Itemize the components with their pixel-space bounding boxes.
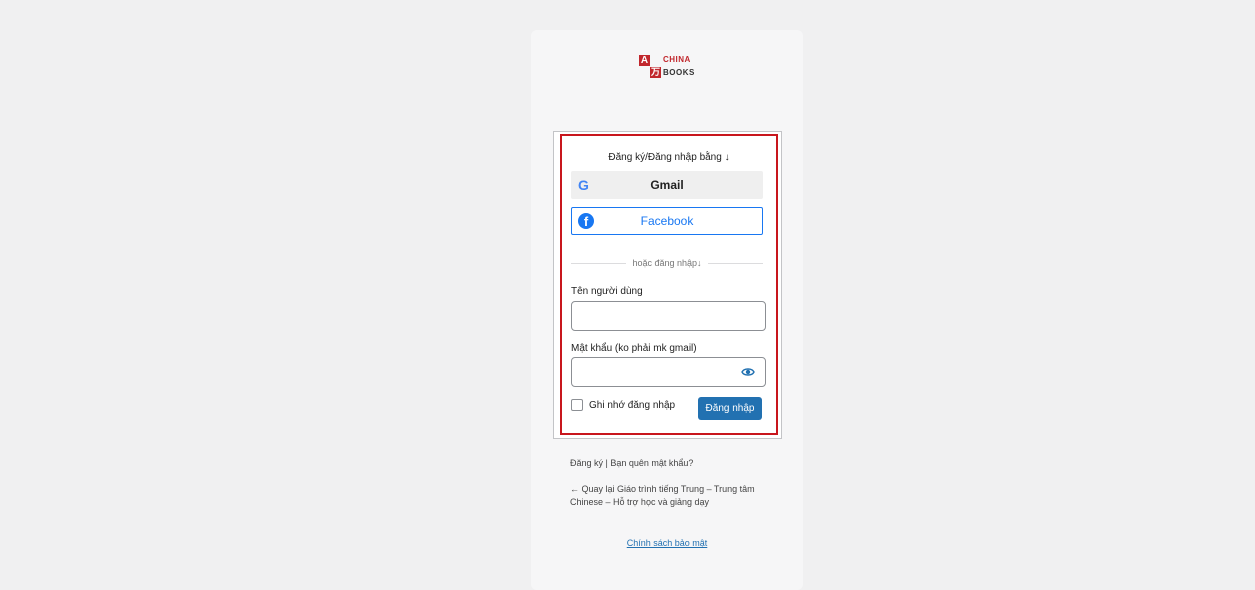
facebook-label: Facebook	[640, 214, 694, 228]
password-label: Mật khẩu (ko phải mk gmail)	[571, 343, 697, 354]
register-link[interactable]: Đăng ký	[570, 458, 603, 468]
logo-text: CHINA BOOKS	[663, 55, 695, 78]
nav-links: Đăng ký | Bạn quên mật khẩu?	[570, 458, 693, 468]
logo-text-bottom: BOOKS	[663, 68, 695, 77]
gmail-login-button[interactable]: G Gmail	[571, 171, 763, 199]
back-to-site-link[interactable]: ← Quay lại Giáo trình tiếng Trung – Trun…	[570, 483, 780, 509]
eye-icon[interactable]	[741, 366, 755, 378]
divider-line-left	[571, 262, 627, 264]
login-button[interactable]: Đăng nhập	[698, 397, 762, 420]
logo-mark-a: A	[639, 55, 650, 66]
remember-me[interactable]: Ghi nhớ đăng nhập	[571, 399, 675, 411]
logo-mark-wan: 万	[650, 67, 661, 78]
google-icon: G	[578, 177, 589, 193]
facebook-login-button[interactable]: f Facebook	[571, 207, 763, 235]
divider-line-right	[707, 262, 763, 264]
facebook-icon: f	[578, 213, 594, 229]
privacy-policy-link[interactable]: Chính sách bảo mật	[531, 538, 803, 548]
divider-text: hoặc đăng nhập↓	[632, 258, 702, 268]
lost-password-link[interactable]: Bạn quên mật khẩu?	[610, 458, 693, 468]
remember-label: Ghi nhớ đăng nhập	[589, 399, 676, 411]
logo-text-top: CHINA	[663, 55, 691, 64]
social-login-title: Đăng ký/Đăng nhập bằng ↓	[608, 152, 730, 163]
logo-mark: A 万	[639, 55, 661, 81]
password-input[interactable]	[571, 357, 766, 387]
username-label: Tên người dùng	[571, 286, 643, 297]
gmail-label: Gmail	[650, 178, 684, 192]
remember-checkbox[interactable]	[571, 399, 583, 411]
username-input[interactable]	[571, 301, 766, 331]
site-logo[interactable]: A 万 CHINA BOOKS	[639, 55, 695, 81]
or-divider: hoặc đăng nhập↓	[571, 257, 763, 269]
